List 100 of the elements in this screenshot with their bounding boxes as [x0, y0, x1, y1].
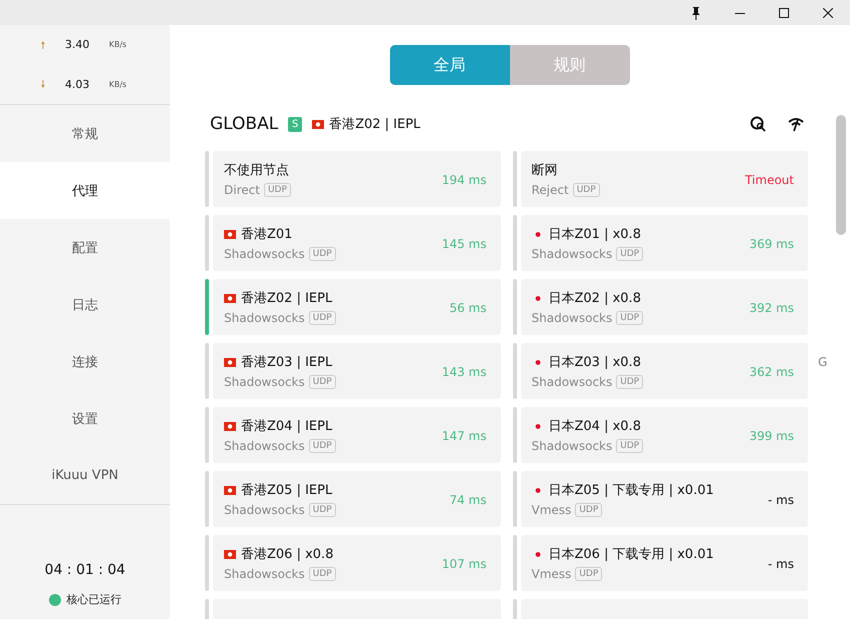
proxy-type: Reject	[532, 183, 569, 197]
proxy-name: 香港Z04 | IEPL	[241, 418, 332, 435]
proxy-type: Shadowsocks	[224, 503, 305, 517]
maximize-icon[interactable]	[779, 8, 789, 18]
proxy-card[interactable]: 香港Z01 Shadowsocks UDP 145 ms	[213, 215, 500, 271]
udp-tag: UDP	[616, 247, 644, 261]
latency: 369 ms	[749, 237, 794, 251]
latency: 56 ms	[449, 301, 486, 315]
proxy-name: 香港Z05 | IEPL	[241, 482, 332, 499]
proxy-name: 日本Z06 | 下载专用 | x0.01	[548, 546, 714, 563]
proxy-card[interactable]: 日本Z05 | 下载专用 | x0.01 Vmess UDP - ms	[520, 471, 808, 527]
udp-tag: UDP	[616, 439, 644, 453]
udp-tag: UDP	[308, 375, 336, 389]
proxy-type: Shadowsocks	[224, 567, 305, 581]
group-type-badge: S	[288, 116, 302, 132]
latency: 74 ms	[449, 493, 486, 507]
proxy-name: 日本Z04 | x0.8	[548, 418, 641, 435]
group-name: GLOBAL	[210, 114, 278, 134]
traffic-value: 3.40	[65, 38, 90, 52]
udp-tag: UDP	[572, 183, 600, 197]
proxy-type: Shadowsocks	[224, 375, 305, 389]
proxy-name: 香港Z06 | x0.8	[241, 546, 334, 563]
proxy-name: 香港Z01	[241, 226, 292, 243]
close-icon[interactable]	[823, 8, 833, 18]
udp-tag: UDP	[308, 247, 336, 261]
proxy-card[interactable]: 香港Z05 | IEPL Shadowsocks UDP 74 ms	[213, 471, 500, 527]
flag-icon	[224, 486, 236, 494]
proxy-type: Vmess	[532, 503, 572, 517]
proxy-card[interactable]: 日本Z02 | x0.8 Shadowsocks UDP 392 ms	[520, 279, 808, 335]
status-label: 核心已运行	[66, 592, 122, 607]
nav-item[interactable]: 日志	[0, 276, 170, 333]
proxy-type: Shadowsocks	[532, 247, 612, 261]
proxy-card[interactable]: 日本Z06 | 下载专用 | x0.01 Vmess UDP - ms	[520, 535, 808, 591]
current-proxy: 香港Z02 | IEPL	[329, 116, 420, 133]
proxy-name: 断网	[532, 162, 558, 179]
proxy-name: 香港Z03 | IEPL	[241, 354, 332, 371]
udp-tag: UDP	[308, 439, 336, 453]
flag-icon	[224, 550, 236, 558]
latency: 194 ms	[442, 173, 486, 187]
search-icon[interactable]	[750, 116, 766, 132]
udp-tag: UDP	[616, 311, 644, 325]
proxy-name: 日本Z03 | x0.8	[548, 354, 641, 371]
proxy-type: Shadowsocks	[224, 439, 305, 453]
proxy-type: Shadowsocks	[532, 375, 612, 389]
speed-test-icon[interactable]	[788, 116, 804, 132]
proxy-card[interactable]: 日本Z03 | x0.8 Shadowsocks UDP 362 ms	[520, 343, 808, 399]
traffic-unit: KB/s	[109, 40, 127, 50]
proxy-card[interactable]: 日本Z01 | x0.8 Shadowsocks UDP 369 ms	[520, 215, 808, 271]
stray-letter: G	[818, 355, 828, 369]
pin-icon[interactable]	[691, 6, 701, 20]
nav-item[interactable]: iKuuu VPN	[0, 447, 170, 504]
flag-icon	[224, 358, 236, 366]
latency: 362 ms	[749, 365, 794, 379]
upload-arrow-icon	[41, 40, 45, 49]
udp-tag: UDP	[308, 311, 336, 325]
traffic-value: 4.03	[65, 78, 90, 91]
latency: 399 ms	[749, 429, 794, 443]
latency: 392 ms	[749, 301, 794, 315]
proxy-card[interactable]: 香港Z02 | IEPL Shadowsocks UDP 56 ms	[213, 279, 500, 335]
proxy-type: Vmess	[532, 567, 572, 581]
proxy-name: 日本Z05 | 下载专用 | x0.01	[548, 482, 714, 499]
udp-tag: UDP	[308, 567, 336, 581]
flag-icon	[224, 230, 236, 238]
proxy-type: Shadowsocks	[224, 311, 305, 325]
udp-tag: UDP	[308, 503, 336, 517]
nav-item[interactable]: 常规	[0, 105, 170, 162]
proxy-card[interactable]: 日本Z04 | x0.8 Shadowsocks UDP 399 ms	[520, 407, 808, 463]
latency: Timeout	[744, 173, 794, 187]
traffic-unit: KB/s	[109, 80, 127, 89]
proxy-card[interactable]: 香港Z03 | IEPL Shadowsocks UDP 143 ms	[213, 343, 500, 399]
udp-tag: UDP	[616, 375, 644, 389]
flag-icon	[224, 422, 236, 430]
proxy-type: Direct	[224, 183, 260, 197]
latency: 107 ms	[442, 557, 486, 571]
scrollbar-thumb[interactable]	[836, 115, 846, 235]
proxy-name: 日本Z02 | x0.8	[548, 290, 641, 307]
proxy-card[interactable]: 香港Z04 | IEPL Shadowsocks UDP 147 ms	[213, 407, 500, 463]
nav-item[interactable]: 设置	[0, 390, 170, 447]
proxy-name: 香港Z02 | IEPL	[241, 290, 332, 307]
udp-tag: UDP	[575, 567, 602, 581]
proxy-type: Shadowsocks	[224, 247, 305, 261]
nav-item[interactable]: 代理	[0, 162, 170, 219]
proxy-name: 日本Z01 | x0.8	[548, 226, 641, 243]
proxy-card[interactable]: 断网 Reject UDP Timeout	[520, 151, 808, 207]
uptime-clock: 04 : 01 : 04	[44, 562, 126, 578]
proxy-card[interactable]: 不使用节点 Direct UDP 194 ms	[213, 151, 500, 207]
download-arrow-icon	[41, 80, 45, 88]
flag-icon	[224, 294, 236, 302]
proxy-type: Shadowsocks	[532, 439, 612, 453]
proxy-name: 不使用节点	[224, 162, 289, 179]
latency: - ms	[768, 493, 794, 507]
nav-item[interactable]: 配置	[0, 219, 170, 276]
udp-tag: UDP	[264, 183, 291, 197]
proxy-card[interactable]: 香港Z06 | x0.8 Shadowsocks UDP 107 ms	[213, 535, 500, 591]
latency: - ms	[768, 557, 794, 571]
nav-item[interactable]: 连接	[0, 333, 170, 390]
flag-icon	[312, 120, 324, 128]
latency: 143 ms	[442, 365, 486, 379]
latency: 147 ms	[442, 429, 486, 443]
proxy-type: Shadowsocks	[532, 311, 612, 325]
